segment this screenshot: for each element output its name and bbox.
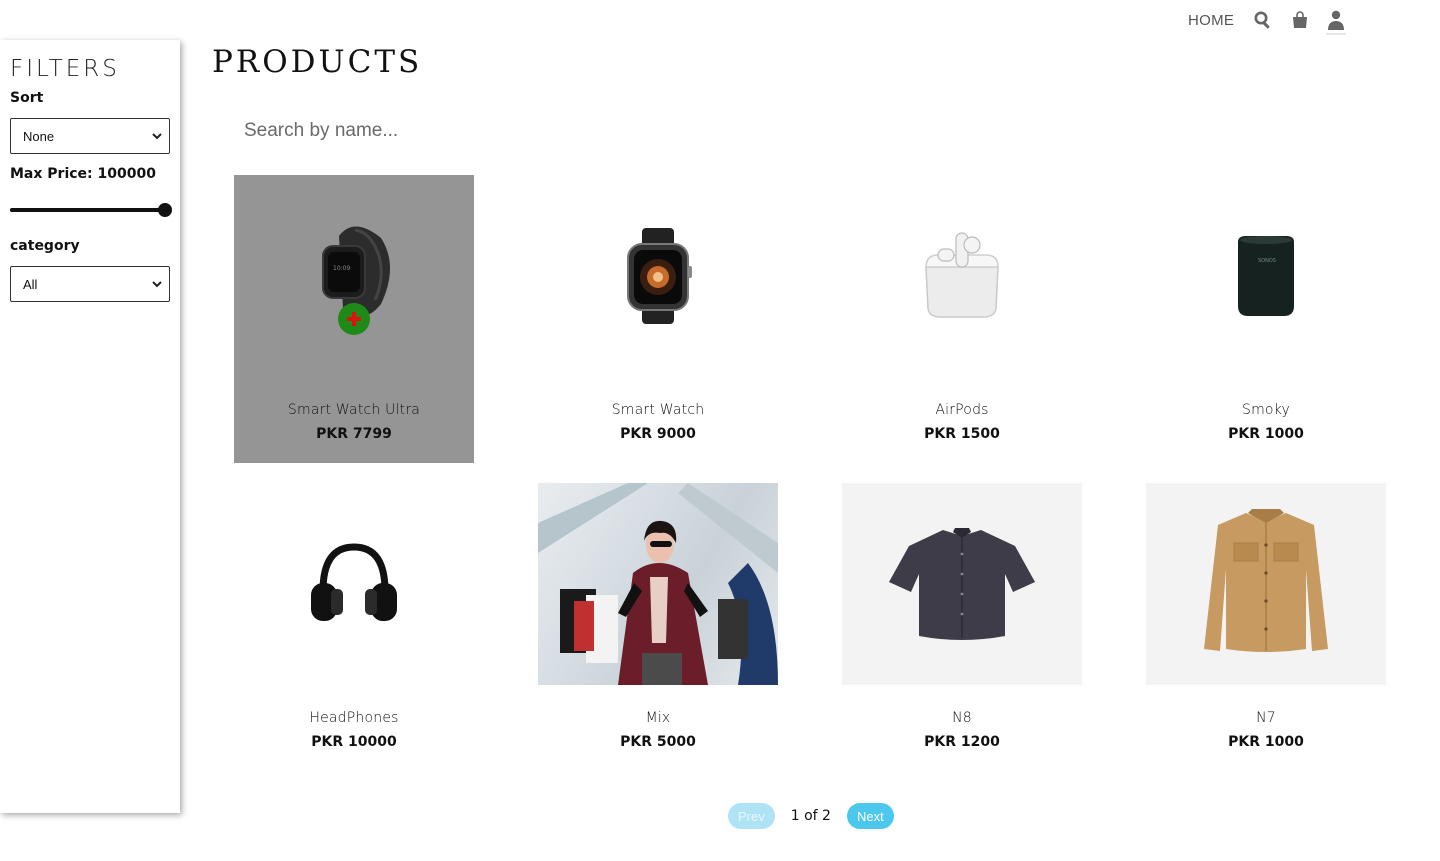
product-card[interactable]: AirPods PKR 1500 bbox=[842, 175, 1082, 463]
sort-select-value: None bbox=[23, 128, 55, 144]
product-card[interactable]: SONOS Smoky PKR 1000 bbox=[1146, 175, 1386, 463]
top-nav: HOME bbox=[1180, 6, 1347, 35]
airpods-icon bbox=[925, 232, 999, 318]
product-image: 10:09 bbox=[234, 175, 474, 377]
user-icon[interactable] bbox=[1326, 10, 1347, 35]
filters-title: FILTERS bbox=[10, 56, 120, 82]
page-title: PRODUCTS bbox=[212, 44, 423, 80]
slider-fill bbox=[10, 208, 166, 212]
category-select[interactable]: All bbox=[10, 266, 170, 302]
product-name: Smart Watch Ultra bbox=[287, 402, 421, 418]
product-image bbox=[538, 175, 778, 377]
svg-text:10:09: 10:09 bbox=[333, 265, 350, 272]
product-price: PKR 1000 bbox=[1228, 734, 1304, 750]
chevron-down-icon bbox=[152, 281, 162, 288]
max-price-slider[interactable] bbox=[10, 203, 173, 217]
product-price: PKR 1200 bbox=[924, 734, 1000, 750]
product-price: PKR 1500 bbox=[924, 426, 1000, 442]
plus-icon bbox=[347, 312, 361, 326]
product-price: PKR 10000 bbox=[311, 734, 397, 750]
product-image bbox=[538, 483, 778, 685]
slider-thumb[interactable] bbox=[158, 203, 173, 217]
product-name: Smoky bbox=[1242, 402, 1290, 418]
nav-home-link[interactable]: HOME bbox=[1188, 12, 1234, 29]
search-input[interactable] bbox=[234, 112, 754, 150]
pagination: Prev 1 of 2 Next bbox=[728, 803, 894, 829]
product-name: HeadPhones bbox=[309, 710, 399, 726]
product-image bbox=[842, 175, 1082, 377]
product-price: PKR 5000 bbox=[620, 734, 696, 750]
max-price-label: Max Price: 100000 bbox=[10, 166, 156, 182]
product-grid: 10:09 Smart Watch Ultra PKR 7799 Smart W… bbox=[234, 175, 1386, 771]
product-card[interactable]: HeadPhones PKR 10000 bbox=[234, 483, 474, 771]
product-image bbox=[234, 483, 474, 685]
shopping-woman-photo bbox=[538, 483, 778, 685]
product-image: SONOS bbox=[1146, 175, 1386, 377]
prev-page-button[interactable]: Prev bbox=[728, 803, 775, 829]
shirt-icon bbox=[889, 528, 1035, 640]
product-card[interactable]: N7 PKR 1000 bbox=[1146, 483, 1386, 771]
category-select-value: All bbox=[23, 276, 38, 292]
chevron-down-icon bbox=[152, 133, 162, 140]
headphones-icon bbox=[311, 543, 397, 621]
product-image bbox=[842, 483, 1082, 685]
add-to-cart-button[interactable] bbox=[338, 303, 370, 335]
sort-select[interactable]: None bbox=[10, 118, 170, 154]
product-name: AirPods bbox=[935, 402, 989, 418]
product-name: N8 bbox=[952, 710, 972, 726]
product-image bbox=[1146, 483, 1386, 685]
product-card[interactable]: N8 PKR 1200 bbox=[842, 483, 1082, 771]
sort-label: Sort bbox=[10, 90, 44, 106]
product-price: PKR 9000 bbox=[620, 426, 696, 442]
product-name: Mix bbox=[645, 710, 671, 726]
product-name: N7 bbox=[1256, 710, 1276, 726]
filters-sidebar: FILTERS Sort None Max Price: 100000 cate… bbox=[0, 40, 180, 813]
search-icon[interactable] bbox=[1254, 11, 1272, 29]
speaker-icon: SONOS bbox=[1238, 236, 1294, 316]
product-card[interactable]: Smart Watch PKR 9000 bbox=[538, 175, 778, 463]
product-card[interactable]: Mix PKR 5000 bbox=[538, 483, 778, 771]
product-name: Smart Watch bbox=[611, 402, 705, 418]
product-price: PKR 1000 bbox=[1228, 426, 1304, 442]
category-label: category bbox=[10, 238, 80, 254]
next-page-button[interactable]: Next bbox=[846, 803, 894, 829]
svg-text:SONOS: SONOS bbox=[1258, 258, 1276, 264]
product-price: PKR 7799 bbox=[316, 426, 392, 442]
product-card[interactable]: 10:09 Smart Watch Ultra PKR 7799 bbox=[234, 175, 474, 463]
smartwatch-icon bbox=[627, 228, 692, 324]
jacket-icon bbox=[1204, 509, 1328, 652]
page-indicator: 1 of 2 bbox=[790, 808, 831, 824]
shopping-bag-icon[interactable] bbox=[1292, 11, 1308, 29]
